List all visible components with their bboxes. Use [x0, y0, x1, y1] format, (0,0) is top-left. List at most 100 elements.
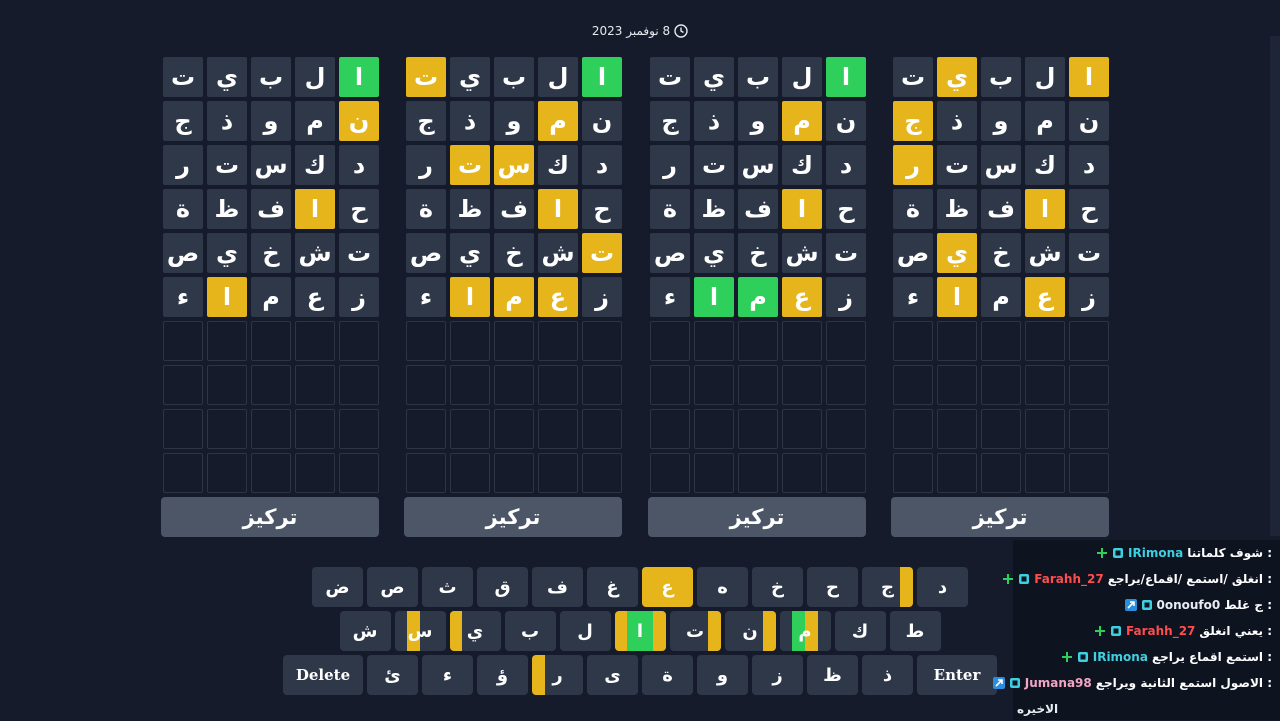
arrow-icon: [1124, 599, 1137, 611]
letter-tile: ي: [937, 57, 977, 97]
letter-key[interactable]: خ: [752, 567, 803, 607]
letter-key[interactable]: ه: [697, 567, 748, 607]
focus-button[interactable]: تركيز: [404, 497, 622, 537]
letter-tile: ء: [650, 277, 690, 317]
empty-tile: [937, 365, 977, 405]
letter-tile: ا: [826, 57, 866, 97]
key-label: ئ: [384, 664, 401, 686]
empty-tile: [694, 453, 734, 493]
letter-key[interactable]: ظ: [807, 655, 858, 695]
letter-tile: ك: [782, 145, 822, 185]
letter-key[interactable]: د: [917, 567, 968, 607]
chat-username[interactable]: Farahh_27: [1126, 624, 1195, 638]
empty-tile: [893, 365, 933, 405]
letter-key[interactable]: ض: [312, 567, 363, 607]
scrollbar[interactable]: [1270, 36, 1280, 536]
letter-key[interactable]: ع: [642, 567, 693, 607]
chat-username[interactable]: IRimona: [1128, 546, 1183, 560]
clock-icon: [674, 24, 688, 38]
key-label: ع: [661, 576, 674, 598]
chat-username[interactable]: IRimona: [1093, 650, 1148, 664]
letter-key[interactable]: ق: [477, 567, 528, 607]
letter-tile: ش: [538, 233, 578, 273]
chat-username[interactable]: Farahh_27: [1034, 572, 1103, 586]
empty-tile: [207, 365, 247, 405]
letter-key[interactable]: ء: [422, 655, 473, 695]
letter-key[interactable]: ف: [532, 567, 583, 607]
letter-key[interactable]: ي: [449, 611, 501, 651]
letter-tile: ظ: [694, 189, 734, 229]
empty-tile: [893, 409, 933, 449]
letter-tile: ج: [406, 101, 446, 141]
focus-button[interactable]: تركيز: [648, 497, 866, 537]
empty-tile: [738, 321, 778, 361]
empty-tile: [494, 409, 534, 449]
letter-tile: خ: [738, 233, 778, 273]
plus-icon: [1094, 625, 1106, 637]
empty-tile: [694, 321, 734, 361]
empty-tile: [1069, 365, 1109, 405]
letter-tile: ت: [406, 57, 446, 97]
letter-tile: ت: [207, 145, 247, 185]
letter-tile: ت: [1069, 233, 1109, 273]
letter-tile: ن: [582, 101, 622, 141]
key-label: Enter: [933, 666, 981, 684]
empty-tile: [339, 321, 379, 361]
empty-tile: [1025, 365, 1065, 405]
letter-tile: ي: [694, 233, 734, 273]
letter-key[interactable]: ث: [422, 567, 473, 607]
focus-button[interactable]: تركيز: [891, 497, 1109, 537]
letter-key[interactable]: و: [697, 655, 748, 695]
letter-key[interactable]: ر: [532, 655, 583, 695]
enter-key[interactable]: Enter: [917, 655, 997, 695]
letter-key[interactable]: ج: [862, 567, 913, 607]
letter-key[interactable]: ا: [614, 611, 666, 651]
letter-key[interactable]: غ: [587, 567, 638, 607]
letter-key[interactable]: م: [779, 611, 831, 651]
letter-key[interactable]: ت: [669, 611, 721, 651]
empty-tile: [893, 321, 933, 361]
letter-key[interactable]: ذ: [862, 655, 913, 695]
letter-tile: ا: [1025, 189, 1065, 229]
letter-key[interactable]: ى: [587, 655, 638, 695]
focus-button[interactable]: تركيز: [161, 497, 379, 537]
key-label: ش: [352, 620, 378, 642]
empty-tile: [295, 409, 335, 449]
board-grid: البيتنموذجدكسترحافظةتشخيصزعماء: [161, 57, 379, 493]
letter-tile: ج: [163, 101, 203, 141]
board-grid: البيتنموذجدكسترحافظةتشخيصزعماء: [648, 57, 866, 493]
empty-tile: [494, 321, 534, 361]
letter-key[interactable]: ة: [642, 655, 693, 695]
letter-key[interactable]: ئ: [367, 655, 418, 695]
letter-key[interactable]: ب: [504, 611, 556, 651]
letter-tile: س: [251, 145, 291, 185]
letter-tile: د: [826, 145, 866, 185]
letter-key[interactable]: ش: [339, 611, 391, 651]
letter-tile: ب: [981, 57, 1021, 97]
letter-tile: ة: [893, 189, 933, 229]
empty-tile: [981, 321, 1021, 361]
delete-key[interactable]: Delete: [283, 655, 363, 695]
chat-username[interactable]: Jumana98: [1025, 676, 1092, 690]
empty-tile: [295, 453, 335, 493]
letter-tile: ف: [251, 189, 291, 229]
empty-tile: [782, 365, 822, 405]
empty-tile: [163, 321, 203, 361]
key-label: م: [798, 620, 812, 642]
letter-key[interactable]: ؤ: [477, 655, 528, 695]
empty-tile: [406, 365, 446, 405]
letter-key[interactable]: ن: [724, 611, 776, 651]
letter-key[interactable]: ح: [807, 567, 858, 607]
letter-tile: و: [981, 101, 1021, 141]
letter-tile: ظ: [207, 189, 247, 229]
chat-username[interactable]: 0onoufo0: [1157, 598, 1221, 612]
letter-key[interactable]: ص: [367, 567, 418, 607]
letter-key[interactable]: ز: [752, 655, 803, 695]
plus-icon: [1096, 547, 1108, 559]
letter-key[interactable]: ل: [559, 611, 611, 651]
letter-tile: ي: [694, 57, 734, 97]
letter-key[interactable]: س: [394, 611, 446, 651]
letter-key[interactable]: ط: [889, 611, 941, 651]
chat-text: : ج غلط: [1224, 598, 1272, 612]
letter-key[interactable]: ك: [834, 611, 886, 651]
